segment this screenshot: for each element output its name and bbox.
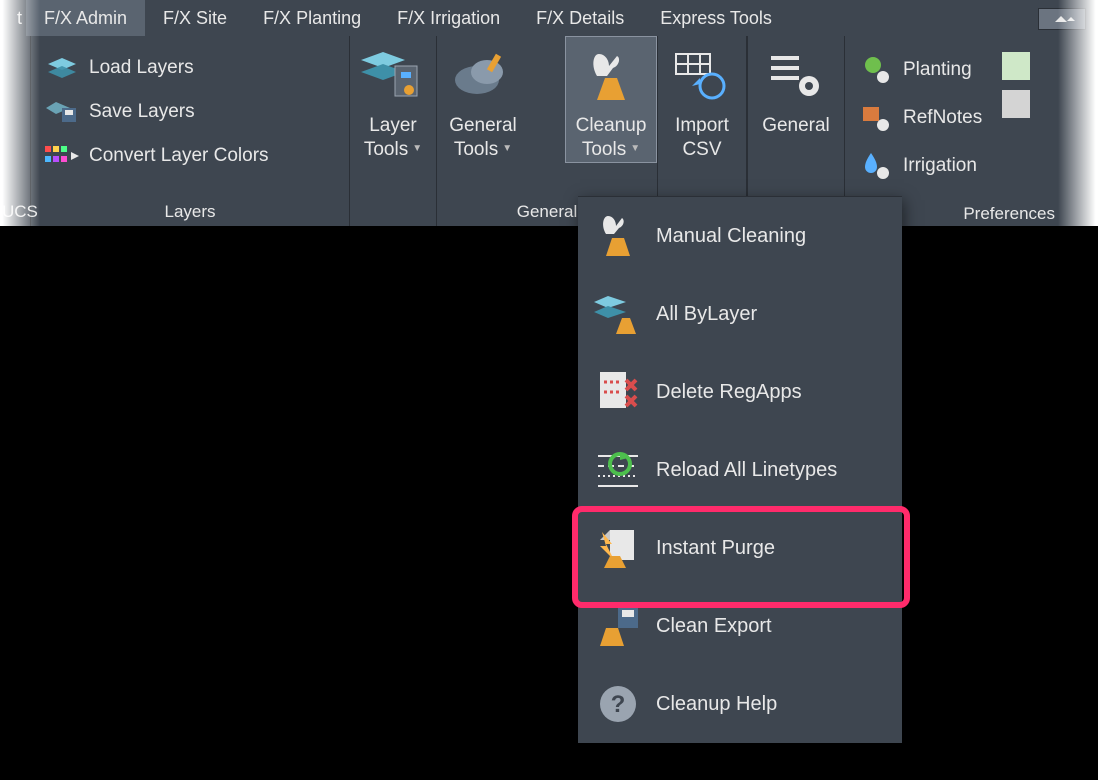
preferences-refnotes-button[interactable]: RefNotes — [853, 94, 988, 142]
cleanup-tools-button[interactable]: Cleanup Tools ▼ — [565, 36, 657, 163]
menu-item-clean-export[interactable]: Clean Export — [578, 587, 902, 665]
tab-fx-site[interactable]: F/X Site — [145, 0, 245, 36]
save-layers-icon — [45, 99, 79, 125]
reload-lines-icon — [592, 444, 644, 496]
ribbon-minimize-button[interactable] — [1038, 8, 1086, 30]
ribbon: t F/X Admin F/X Site F/X Planting F/X Ir… — [0, 0, 1098, 226]
save-layers-label: Save Layers — [89, 101, 195, 123]
menu-item-label: Clean Export — [656, 615, 772, 638]
tab-express-tools[interactable]: Express Tools — [642, 0, 790, 36]
layers-broom-icon — [592, 288, 644, 340]
save-layers-button[interactable]: Save Layers — [39, 90, 275, 134]
preferences-irrigation-label: Irrigation — [903, 155, 977, 177]
broom-hand-icon — [575, 44, 647, 108]
import-csv-button[interactable]: Import CSV — [658, 36, 746, 162]
layer-tools-button[interactable]: Layer Tools ▼ — [350, 36, 436, 162]
load-layers-label: Load Layers — [89, 57, 194, 79]
menu-item-cleanup-help[interactable]: ? Cleanup Help — [578, 665, 902, 743]
menu-item-manual-cleaning[interactable]: Manual Cleaning — [578, 197, 902, 275]
menu-item-reload-linetypes[interactable]: Reload All Linetypes — [578, 431, 902, 509]
convert-layer-colors-label: Convert Layer Colors — [89, 145, 269, 167]
menu-item-label: Delete RegApps — [656, 381, 802, 404]
import-csv-label-2: CSV — [682, 138, 721, 162]
svg-text:?: ? — [611, 691, 626, 718]
menu-item-instant-purge[interactable]: Instant Purge — [578, 509, 902, 587]
planting-gear-icon — [859, 53, 893, 87]
import-csv-icon — [666, 44, 738, 108]
layer-tools-label-2: Tools — [364, 138, 408, 162]
menu-item-delete-regapps[interactable]: Delete RegApps — [578, 353, 902, 431]
help-icon: ? — [592, 678, 644, 730]
preferences-irrigation-button[interactable]: Irrigation — [853, 142, 988, 190]
panel-layers: Load Layers Save Layers — [31, 36, 350, 226]
cleanup-tools-dropdown: Manual Cleaning All ByLayer Delete RegAp… — [578, 196, 902, 743]
preferences-planting-button[interactable]: Planting — [853, 46, 988, 94]
lightning-document-icon — [592, 522, 644, 574]
menu-item-label: Manual Cleaning — [656, 225, 806, 248]
color-swatches-icon — [45, 143, 79, 169]
preferences-planting-label: Planting — [903, 59, 972, 81]
menu-item-label: Cleanup Help — [656, 693, 777, 716]
preferences-refnotes-label: RefNotes — [903, 107, 982, 129]
layer-tools-label-1: Layer — [369, 114, 417, 138]
layers-stack-icon — [45, 55, 79, 81]
layer-tools-icon — [357, 44, 429, 108]
list-gear-icon — [760, 44, 832, 108]
general-preferences-button[interactable]: General — [748, 36, 844, 138]
broom-hand-icon — [592, 210, 644, 262]
general-tools-button[interactable]: General Tools ▼ — [437, 36, 529, 162]
cloud-brush-icon — [447, 44, 519, 108]
general-label: General — [762, 114, 830, 138]
tab-fx-irrigation[interactable]: F/X Irrigation — [379, 0, 518, 36]
menu-item-label: All ByLayer — [656, 303, 757, 326]
tab-fx-planting[interactable]: F/X Planting — [245, 0, 379, 36]
convert-layer-colors-button[interactable]: Convert Layer Colors — [39, 134, 275, 178]
tab-fx-details[interactable]: F/X Details — [518, 0, 642, 36]
chevron-down-icon: ▼ — [412, 143, 422, 156]
right-truncated-column — [996, 36, 1036, 118]
import-csv-label-1: Import — [675, 114, 729, 138]
ribbon-body: UCS Load Layers Save Layers — [0, 36, 1098, 226]
panel-title-ucs: UCS — [0, 198, 30, 226]
chevron-down-icon: ▼ — [502, 143, 512, 156]
panel-ucs-fragment: UCS — [0, 36, 31, 226]
refnotes-gear-icon — [859, 101, 893, 135]
load-layers-button[interactable]: Load Layers — [39, 46, 275, 90]
menu-tabs-row: t F/X Admin F/X Site F/X Planting F/X Ir… — [0, 0, 1098, 36]
general-tools-label-1: General — [449, 114, 517, 138]
cleanup-tools-label-2: Tools — [582, 138, 626, 162]
placeholder-icon — [1002, 90, 1030, 118]
panel-layer-tools: Layer Tools ▼ — [350, 36, 436, 226]
menu-item-label: Instant Purge — [656, 537, 775, 560]
chevron-down-icon: ▼ — [630, 143, 640, 156]
tab-fx-admin[interactable]: F/X Admin — [26, 0, 145, 36]
general-tools-label-2: Tools — [454, 138, 498, 162]
cleanup-tools-label-1: Cleanup — [576, 114, 647, 138]
menu-item-all-bylayer[interactable]: All ByLayer — [578, 275, 902, 353]
panel-title-layers: Layers — [31, 198, 349, 226]
menu-item-label: Reload All Linetypes — [656, 459, 837, 482]
document-delete-icon — [592, 366, 644, 418]
placeholder-icon — [1002, 52, 1030, 80]
tab-fragment-left[interactable]: t — [0, 0, 26, 36]
broom-save-icon — [592, 600, 644, 652]
irrigation-gear-icon — [859, 149, 893, 183]
